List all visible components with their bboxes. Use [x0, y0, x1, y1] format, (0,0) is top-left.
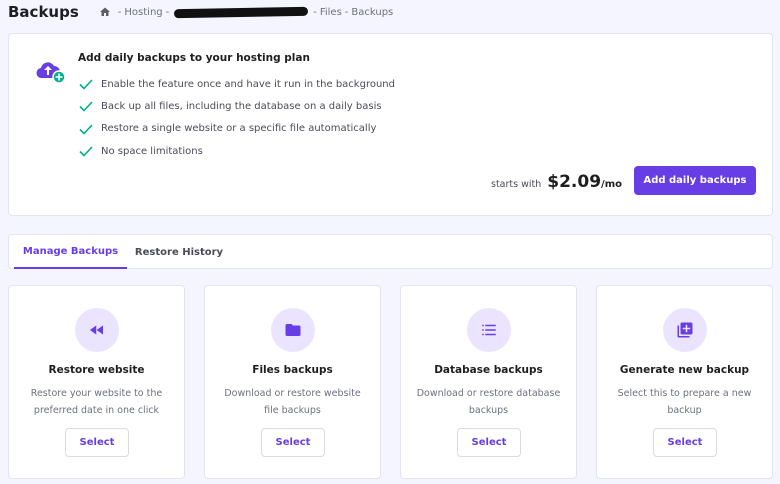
price-suffix: /mo — [601, 179, 622, 190]
option-card-generate-new-backup: Generate new backup Select this to prepa… — [596, 285, 773, 479]
option-title: Generate new backup — [619, 364, 750, 376]
breadcrumb-files[interactable]: Files — [320, 7, 342, 18]
option-title: Files backups — [252, 364, 333, 376]
price-display: starts with $2.09 /mo — [491, 172, 622, 192]
feature-item: No space limitations — [79, 140, 395, 162]
breadcrumb-hosting[interactable]: Hosting — [124, 7, 162, 18]
daily-backups-upsell-card: Add daily backups to your hosting plan E… — [8, 33, 773, 216]
add-box-icon — [677, 322, 693, 338]
option-icon-circle — [271, 308, 315, 352]
feature-item: Back up all files, including the databas… — [79, 95, 395, 117]
option-description: Select this to prepare a new backup — [617, 388, 752, 416]
rewind-icon — [89, 325, 103, 335]
tab-restore-history[interactable]: Restore History — [134, 235, 224, 269]
option-description: Restore your website to the preferred da… — [30, 388, 163, 416]
feature-item: Restore a single website or a specific f… — [79, 118, 395, 140]
option-icon-circle — [663, 308, 707, 352]
redacted-domain — [174, 6, 309, 18]
check-icon — [79, 146, 93, 157]
check-icon — [79, 124, 93, 135]
option-card-database-backups: Database backups Download or restore dat… — [400, 285, 577, 479]
option-card-restore-website: Restore website Restore your website to … — [8, 285, 185, 479]
add-daily-backups-button[interactable]: Add daily backups — [634, 166, 756, 195]
option-icon-circle — [467, 308, 511, 352]
option-title: Restore website — [48, 364, 145, 376]
backup-options: Restore website Restore your website to … — [8, 285, 778, 480]
price-value: $2.09 — [547, 172, 602, 192]
tab-manage-backups[interactable]: Manage Backups — [14, 235, 127, 269]
option-icon-circle — [75, 308, 119, 352]
folder-icon — [285, 324, 301, 336]
check-icon — [79, 101, 93, 113]
feature-item: Enable the feature once and have it run … — [79, 73, 395, 95]
select-generate-new-backup-button[interactable]: Select — [653, 428, 717, 457]
price-prefix: starts with — [491, 179, 542, 190]
select-restore-website-button[interactable]: Select — [65, 428, 129, 457]
upsell-title: Add daily backups to your hosting plan — [78, 52, 310, 64]
select-database-backups-button[interactable]: Select — [457, 428, 521, 457]
page-header: Backups - Hosting - - Files - Backups — [8, 0, 393, 24]
option-description: Download or restore website file backups — [224, 388, 361, 416]
list-icon — [482, 324, 496, 336]
backup-tabs: Manage Backups Restore History — [8, 234, 773, 269]
option-card-files-backups: Files backups Download or restore websit… — [204, 285, 381, 479]
feature-list: Enable the feature once and have it run … — [79, 73, 395, 162]
breadcrumb: - Hosting - - Files - Backups — [99, 6, 394, 18]
option-description: Download or restore database backups — [416, 388, 561, 416]
check-icon — [79, 79, 93, 90]
home-icon[interactable] — [99, 6, 111, 18]
page-title: Backups — [8, 3, 79, 21]
breadcrumb-backups: Backups — [351, 6, 394, 18]
cloud-upload-icon — [36, 62, 66, 84]
select-files-backups-button[interactable]: Select — [261, 428, 325, 457]
option-title: Database backups — [434, 364, 543, 376]
